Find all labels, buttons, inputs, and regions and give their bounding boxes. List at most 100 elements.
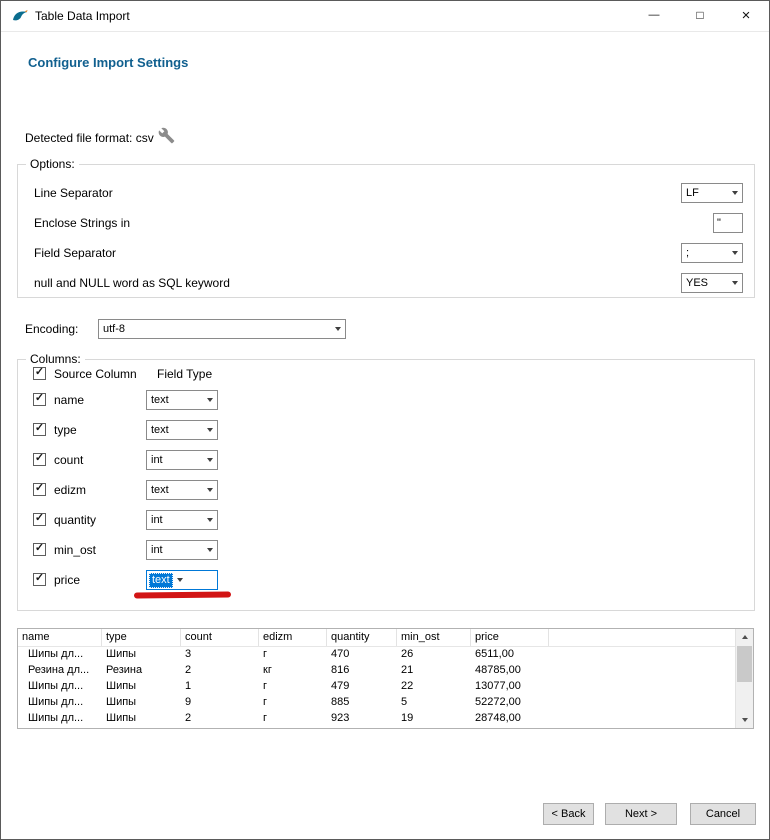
preview-cell: г [259, 695, 327, 711]
chevron-down-icon [173, 571, 188, 589]
preview-col-header[interactable]: price [471, 629, 549, 646]
chevron-down-icon [202, 451, 217, 469]
preview-cell: 885 [327, 695, 397, 711]
column-checkbox-quantity[interactable]: ✓ [33, 513, 46, 526]
wrench-icon [158, 127, 175, 144]
page-title: Configure Import Settings [28, 55, 188, 70]
column-label-type: type [54, 420, 77, 440]
source-column-header: Source Column [54, 366, 137, 382]
column-checkbox-count[interactable]: ✓ [33, 453, 46, 466]
column-checkbox-name[interactable]: ✓ [33, 393, 46, 406]
preview-header-row: name type count edizm quantity min_ost p… [18, 629, 753, 647]
preview-cell: 923 [327, 711, 397, 727]
preview-cell: Шипы дл... [18, 695, 102, 711]
preview-cell: 9 [181, 695, 259, 711]
next-button[interactable]: Next > [605, 803, 677, 825]
preview-row[interactable]: Шипы дл... Шипы 3 г 470 26 6511,00 [18, 647, 753, 663]
preview-col-header[interactable]: count [181, 629, 259, 646]
preview-cell: кг [259, 663, 327, 679]
field-type-select-type[interactable]: text [146, 420, 218, 440]
back-button[interactable]: < Back [543, 803, 594, 825]
maximize-button[interactable]: □ [677, 1, 723, 30]
field-type-select-count[interactable]: int [146, 450, 218, 470]
column-checkbox-min-ost[interactable]: ✓ [33, 543, 46, 556]
field-type-select-edizm[interactable]: text [146, 480, 218, 500]
preview-row[interactable]: Резина дл... Резина 2 кг 816 21 48785,00 [18, 663, 753, 679]
preview-cell: Шипы [102, 711, 181, 727]
chevron-down-icon [202, 481, 217, 499]
column-checkbox-price[interactable]: ✓ [33, 573, 46, 586]
encoding-label: Encoding: [25, 319, 78, 339]
options-group: Options: Line Separator LF Enclose Strin… [17, 164, 755, 298]
null-keyword-label: null and NULL word as SQL keyword [34, 273, 230, 293]
preview-col-header[interactable]: name [18, 629, 102, 646]
chevron-down-icon [202, 511, 217, 529]
line-separator-select[interactable]: LF [681, 183, 743, 203]
preview-cell: 816 [327, 663, 397, 679]
preview-row[interactable]: Шипы дл... Шипы 9 г 885 5 52272,00 [18, 695, 753, 711]
field-separator-select[interactable]: ; [681, 243, 743, 263]
scrollbar-thumb[interactable] [737, 646, 752, 682]
field-type-header: Field Type [157, 366, 212, 382]
preview-col-header[interactable]: type [102, 629, 181, 646]
titlebar[interactable]: Table Data Import — □ × [1, 1, 769, 32]
preview-cell: 52272,00 [471, 695, 549, 711]
chevron-down-icon [727, 184, 742, 202]
vertical-scrollbar[interactable] [735, 629, 753, 728]
mysql-dolphin-icon [12, 8, 28, 24]
preview-cell: 6511,00 [471, 647, 549, 663]
preview-col-header[interactable]: edizm [259, 629, 327, 646]
window-title: Table Data Import [35, 1, 130, 31]
preview-cell: Шипы дл... [18, 711, 102, 727]
columns-group-label: Columns: [26, 352, 85, 366]
column-label-price: price [54, 570, 80, 590]
close-button[interactable]: × [723, 1, 769, 30]
enclose-strings-input[interactable] [713, 213, 743, 233]
line-separator-label: Line Separator [34, 183, 113, 203]
column-checkbox-type[interactable]: ✓ [33, 423, 46, 436]
preview-cell: Шипы дл... [18, 647, 102, 663]
preview-cell: 21 [397, 663, 471, 679]
preview-cell: 19 [397, 711, 471, 727]
preview-cell: 479 [327, 679, 397, 695]
field-type-select-name[interactable]: text [146, 390, 218, 410]
preview-cell: 28748,00 [471, 711, 549, 727]
columns-group: Columns: ✓ Source Column Field Type ✓ na… [17, 359, 755, 611]
preview-col-header[interactable]: min_ost [397, 629, 471, 646]
chevron-down-icon [330, 320, 345, 338]
chevron-down-icon [202, 391, 217, 409]
preview-cell: 2 [181, 711, 259, 727]
annotation-red-underline [134, 591, 231, 598]
encoding-select[interactable]: utf-8 [98, 319, 346, 339]
preview-cell: 1 [181, 679, 259, 695]
preview-table: name type count edizm quantity min_ost p… [17, 628, 754, 729]
chevron-down-icon [202, 421, 217, 439]
select-all-checkbox[interactable]: ✓ [33, 367, 46, 380]
preview-cell: 470 [327, 647, 397, 663]
scroll-up-icon[interactable] [736, 629, 753, 645]
column-label-min-ost: min_ost [54, 540, 96, 560]
null-keyword-select[interactable]: YES [681, 273, 743, 293]
field-type-select-min-ost[interactable]: int [146, 540, 218, 560]
preview-cell: 13077,00 [471, 679, 549, 695]
preview-cell: Шипы [102, 679, 181, 695]
field-type-select-price[interactable]: text [146, 570, 218, 590]
column-label-edizm: edizm [54, 480, 86, 500]
preview-row[interactable]: Шипы дл... Шипы 1 г 479 22 13077,00 [18, 679, 753, 695]
preview-cell: 48785,00 [471, 663, 549, 679]
field-type-select-quantity[interactable]: int [146, 510, 218, 530]
chevron-down-icon [202, 541, 217, 559]
preview-col-header[interactable]: quantity [327, 629, 397, 646]
column-label-quantity: quantity [54, 510, 96, 530]
minimize-button[interactable]: — [631, 1, 677, 30]
scroll-down-icon[interactable] [736, 712, 753, 728]
chevron-down-icon [727, 244, 742, 262]
preview-row[interactable]: Шипы дл... Шипы 2 г 923 19 28748,00 [18, 711, 753, 727]
preview-cell: Резина [102, 663, 181, 679]
column-label-name: name [54, 390, 84, 410]
preview-cell: 3 [181, 647, 259, 663]
preview-cell: г [259, 711, 327, 727]
preview-cell: Шипы дл... [18, 679, 102, 695]
cancel-button[interactable]: Cancel [690, 803, 756, 825]
column-checkbox-edizm[interactable]: ✓ [33, 483, 46, 496]
